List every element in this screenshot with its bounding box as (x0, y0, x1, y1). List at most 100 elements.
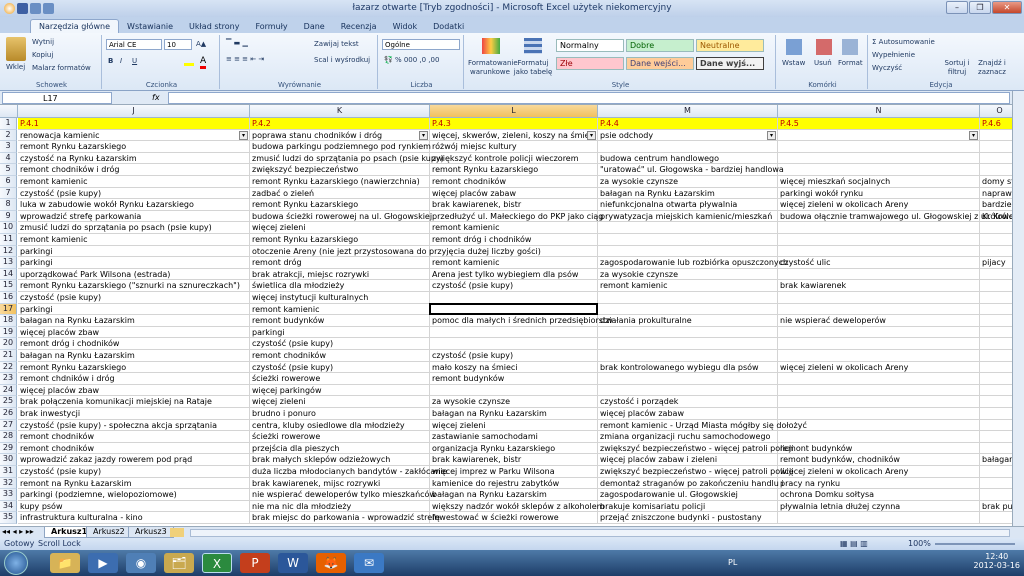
cell-j[interactable]: bałagan na Rynku Łazarskim (18, 350, 250, 362)
cell-j[interactable]: parkingi (podziemne, wielopoziomowe) (18, 489, 250, 501)
cell-j[interactable]: kupy psów (18, 500, 250, 513)
cell-m[interactable] (598, 303, 778, 316)
cell-n[interactable] (778, 431, 980, 443)
cell-m[interactable] (598, 338, 778, 350)
fx-icon[interactable]: fx (152, 93, 166, 103)
row-header[interactable]: 15 (0, 280, 17, 292)
cell-m[interactable]: zagospodarowanie lub rozbiórka opuszczon… (598, 257, 788, 269)
cell-k[interactable]: budowa ścieżki rowerowej na ul. Głogowsk… (250, 210, 432, 223)
cell-o[interactable]: brak pu (980, 501, 1012, 513)
column-header-j[interactable]: J (18, 105, 250, 118)
cell-l[interactable] (430, 303, 598, 316)
cell-k[interactable]: ścieżki rowerowe (250, 373, 430, 385)
cell-j[interactable]: remont Rynku Łazarskiego (18, 141, 250, 153)
cell-n[interactable]: więcej mieszkań socjalnych (778, 176, 980, 188)
cell-l[interactable]: organizacja Rynku Łazarskiego (430, 442, 598, 455)
cell-k[interactable]: brak małych sklepów odzieżowych (250, 454, 430, 466)
folder-icon[interactable]: 🗂 (164, 553, 194, 573)
cell-l[interactable]: czystość (psie kupy) (430, 350, 598, 362)
cell-k[interactable]: remont Rynku Łazarskiego (250, 199, 430, 211)
cell-o[interactable] (980, 373, 1012, 385)
cell-l[interactable]: P.4.3 (430, 118, 598, 130)
row-header[interactable]: 16 (0, 292, 17, 304)
cell-j[interactable]: infrastruktura kulturalna - kino (18, 512, 250, 524)
cell-o[interactable] (980, 315, 1012, 327)
cell-j[interactable]: czystość (psie kupy) - społeczna akcja s… (18, 419, 250, 432)
cell-o[interactable] (980, 385, 1012, 397)
row-header[interactable]: 13 (0, 257, 17, 269)
row-header[interactable]: 1 (0, 118, 17, 130)
cell-o[interactable] (980, 362, 1012, 374)
formula-input[interactable] (168, 92, 1010, 104)
row-header[interactable]: 25 (0, 396, 17, 408)
cell-n[interactable] (778, 419, 980, 432)
cell-j[interactable]: czystość na Rynku Łazarskim (18, 152, 250, 165)
row-header[interactable]: 23 (0, 373, 17, 385)
cell-k[interactable]: brak atrakcji, miejsc rozrywki (250, 268, 430, 281)
cell-o[interactable] (980, 164, 1012, 176)
row-header[interactable]: 18 (0, 315, 17, 327)
cell-n[interactable]: czystość ulic (778, 257, 980, 269)
select-all-corner[interactable] (0, 105, 18, 118)
cell-o[interactable] (980, 489, 1012, 501)
cell-n[interactable] (778, 234, 980, 246)
view-buttons[interactable]: ▦ ▤ ▥ (840, 538, 868, 549)
cell-j[interactable]: zmusić ludzi do sprzątania po psach (psi… (18, 222, 250, 234)
cell-k[interactable]: remont dróg (250, 257, 430, 269)
cell-j[interactable]: remont chdników i dróg (18, 373, 250, 385)
cell-k[interactable]: P.4.2 (250, 118, 430, 130)
conditional-format-button[interactable]: Formatowanie warunkowe (468, 59, 518, 77)
cell-n[interactable]: remont budynków, chodników (778, 454, 980, 466)
cell-n[interactable]: pracy na rynku (778, 477, 980, 490)
cell-m[interactable]: remont kamienic - Urząd Miasta mógłby si… (598, 419, 807, 432)
cell-l[interactable]: więcej imprez w Parku Wilsona (430, 466, 598, 478)
cell-l[interactable]: różwój miejsc kultury (430, 141, 598, 153)
align-top-icon[interactable]: ▔ ▬ ▁ (226, 39, 248, 47)
row-header[interactable]: 10 (0, 222, 17, 234)
filter-dropdown-icon[interactable]: ▾ (587, 130, 596, 140)
cell-k[interactable]: zwiększyć bezpieczeństwo (250, 164, 430, 176)
cell-n[interactable]: pływalnia letnia dłużej czynna (778, 500, 980, 513)
cell-m[interactable]: zwiększyć bezpieczeństwo - więcej patrol… (598, 442, 793, 455)
cell-m[interactable] (598, 234, 778, 246)
conditional-format-icon[interactable] (482, 38, 500, 54)
cell-n[interactable]: remont budynków (778, 442, 980, 455)
firefox-icon[interactable]: 🦊 (316, 553, 346, 573)
cell-j[interactable]: brak inwestycji (18, 408, 250, 420)
column-header-k[interactable]: K (250, 105, 430, 118)
row-header[interactable]: 12 (0, 245, 17, 258)
cell-m[interactable]: "uratować" ul. Głogowska - bardziej hand… (598, 164, 784, 176)
cell-o[interactable] (980, 466, 1012, 478)
cell-n[interactable]: więcej zieleni w okolicach Areny (778, 466, 980, 478)
row-header[interactable]: 3 (0, 141, 17, 153)
cell-m[interactable]: brakuje komisariatu policji (598, 500, 778, 513)
filter-dropdown-icon[interactable]: ▾ (767, 130, 776, 140)
tab-data[interactable]: Dane (296, 20, 333, 33)
minimize-button[interactable]: – (946, 1, 968, 14)
thunderbird-icon[interactable]: ✉ (354, 553, 384, 573)
cell-o[interactable] (980, 443, 1012, 455)
cell-o[interactable]: bałagan (980, 454, 1012, 466)
style-input[interactable]: Dane wejści... (626, 57, 694, 70)
cell-k[interactable]: nie ma nic dla młodzieży (250, 500, 430, 513)
cell-k[interactable]: brudno i ponuro (250, 408, 430, 420)
cell-l[interactable]: inwestować w ścieżki rowerowe (430, 512, 598, 524)
row-header[interactable]: 28 (0, 431, 17, 443)
cell-m[interactable]: bałagan na Rynku Łazarskim (598, 187, 778, 200)
row-header[interactable]: 30 (0, 454, 17, 466)
cell-j[interactable]: parkingi (18, 245, 250, 258)
cell-n[interactable] (778, 396, 980, 408)
row-header[interactable]: 19 (0, 326, 17, 339)
cell-k[interactable]: więcej instytucji kulturalnych (250, 292, 430, 304)
cell-j[interactable]: brak połączenia komunikacji miejskiej na… (18, 396, 250, 408)
cell-l[interactable]: więcej zieleni (430, 419, 598, 432)
row-header[interactable]: 26 (0, 408, 17, 420)
cell-o[interactable] (980, 512, 1012, 524)
cell-o[interactable]: Królowe (980, 211, 1012, 223)
cell-l[interactable]: bałagan na Rynku Łazarskim (430, 489, 598, 501)
cell-j[interactable]: wprowadzić strefę parkowania (18, 210, 250, 223)
row-header[interactable]: 20 (0, 338, 17, 350)
row-header[interactable]: 7 (0, 187, 17, 200)
cell-o[interactable] (980, 396, 1012, 408)
cell-k[interactable]: nie wspierać deweloperów tylko mieszkańc… (250, 489, 436, 501)
